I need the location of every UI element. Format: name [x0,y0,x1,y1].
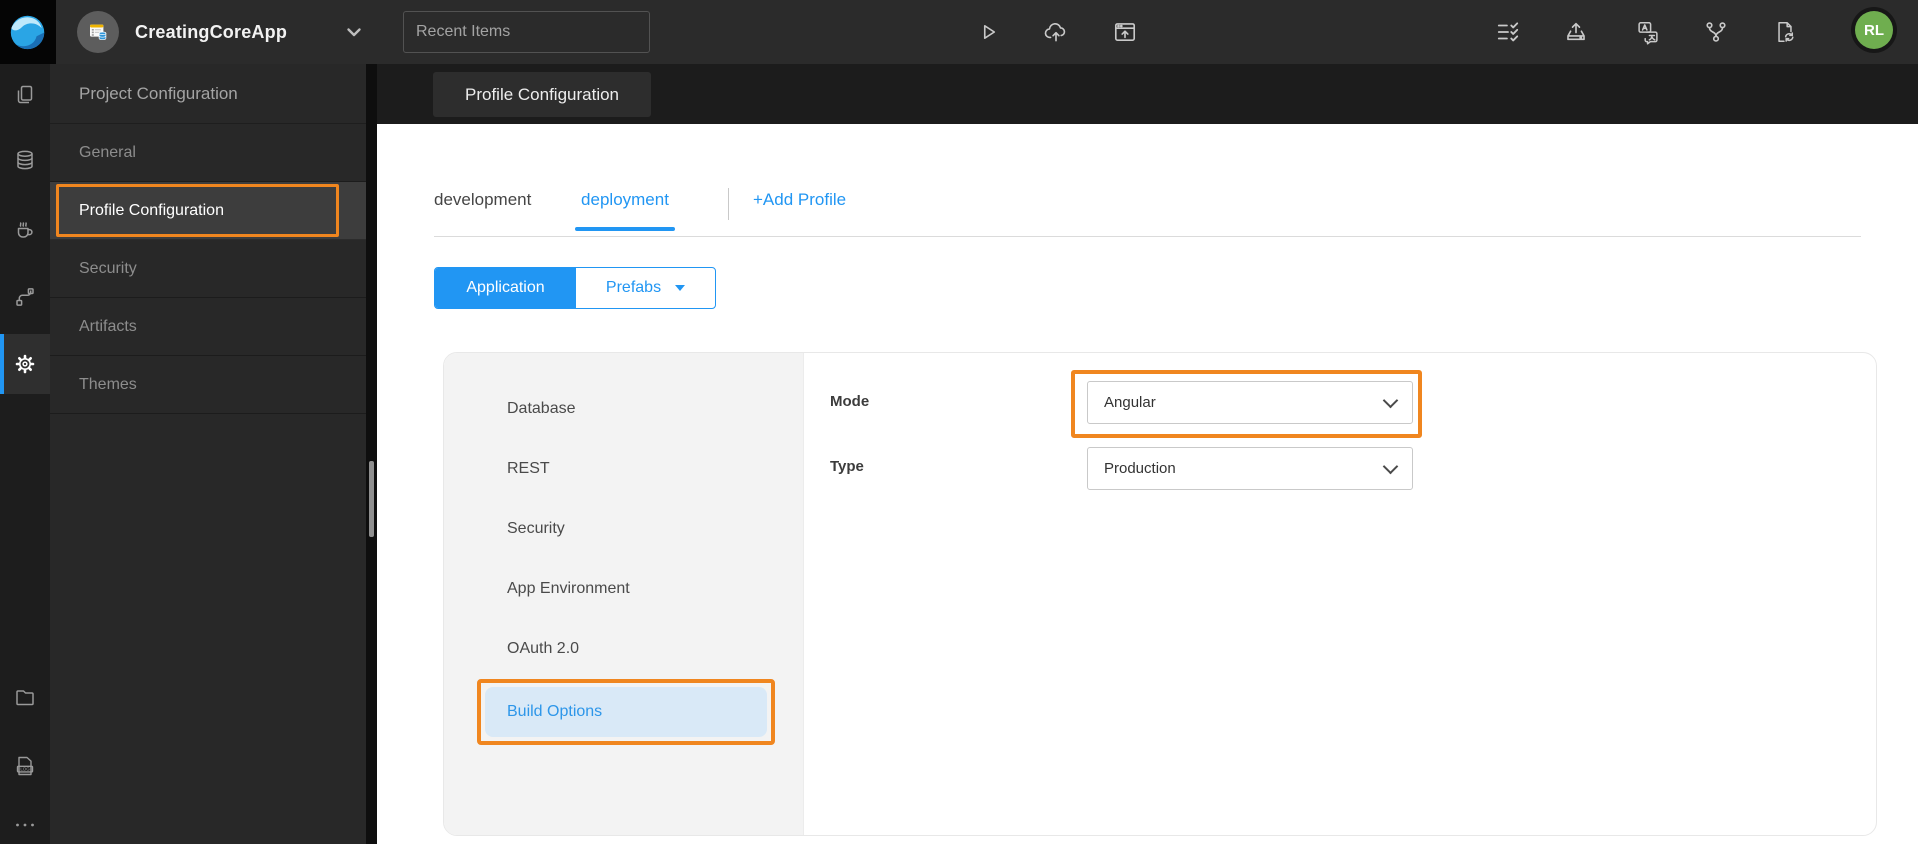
add-profile-button[interactable]: +Add Profile [753,190,846,210]
project-icon[interactable] [77,11,119,53]
annotation-highlight-box: Build Options [477,679,775,745]
chevron-down-icon [1382,392,1399,408]
sidebar-item-artifacts[interactable]: Artifacts [50,298,366,356]
wavemaker-logo[interactable] [0,0,56,64]
sidebar-item-security[interactable]: Security [50,240,366,298]
settings-gear-icon [13,352,37,376]
wavemaker-studio: CreatingCoreApp Recent Items RL LOG Proj… [0,0,1918,844]
tab-profile-configuration[interactable]: Profile Configuration [433,72,651,117]
sidebar-item-themes[interactable]: Themes [50,356,366,414]
cloud-upload-icon[interactable] [1043,19,1069,45]
rail-item-settings[interactable] [0,334,50,394]
file-explorer-icon[interactable] [13,685,37,709]
sidebar-title: Project Configuration [50,64,366,124]
build-settings-card: Database REST Security App Environment O… [443,352,1877,836]
mode-label: Mode [830,393,870,410]
nav-item-database[interactable]: Database [507,400,576,418]
sidebar-item-label: Security [79,259,137,277]
caret-down-icon [675,285,686,291]
project-chevron-down-icon[interactable] [342,20,366,44]
nav-item-security[interactable]: Security [507,520,565,538]
logs-icon[interactable]: LOG [13,754,37,778]
checklist-icon[interactable] [1495,19,1521,45]
type-select[interactable]: Production [1087,447,1413,490]
branch-icon[interactable] [1703,19,1729,45]
mode-select-value: Angular [1104,394,1156,411]
project-name: CreatingCoreApp [135,22,288,42]
sidebar-item-label: Themes [79,375,137,393]
sidebar-item-label: Artifacts [79,317,137,335]
nav-item-build-options[interactable]: Build Options [485,687,767,737]
publish-icon[interactable] [1112,19,1138,45]
sidebar-item-general[interactable]: General [50,124,366,182]
active-indicator [0,334,4,394]
active-tab-underline [575,227,675,231]
main-panel: Profile Configuration development deploy… [377,64,1918,844]
more-options-icon[interactable] [13,813,37,837]
wavemaker-wave-icon [7,11,49,53]
tab-divider [728,188,729,220]
prefabs-label: Prefabs [605,279,662,296]
application-toggle-button[interactable]: Application [435,268,576,308]
type-select-value: Production [1104,460,1176,477]
tabs-rule [434,236,1861,237]
java-services-icon[interactable] [13,217,37,241]
translate-icon[interactable] [1635,19,1661,45]
export-icon[interactable] [1563,19,1589,45]
database-icon[interactable] [13,148,37,172]
nav-item-oauth[interactable]: OAuth 2.0 [507,640,579,658]
sidebar-item-profile-configuration[interactable]: Profile Configuration [50,182,366,240]
pages-icon[interactable] [13,83,37,107]
recent-items-input[interactable] [403,11,650,53]
mode-select[interactable]: Angular [1087,381,1413,424]
profile-configuration-content: development deployment +Add Profile Appl… [377,124,1918,844]
nav-item-app-environment[interactable]: App Environment [507,580,630,598]
sidebar-item-label: General [79,143,136,161]
left-icon-rail: LOG [0,64,50,844]
body: LOG Project Configuration General Profil… [0,64,1918,844]
type-label: Type [830,458,864,475]
scrollbar-thumb[interactable] [369,461,374,537]
annotation-highlight-box: Angular [1071,370,1422,438]
tab-deployment[interactable]: deployment [575,190,675,210]
topbar: CreatingCoreApp Recent Items RL [0,0,1918,64]
main-tabstrip: Profile Configuration [377,64,1918,124]
project-app-icon [86,20,110,44]
nav-item-rest[interactable]: REST [507,460,550,478]
svg-text:LOG: LOG [20,767,30,772]
chevron-down-icon [1382,458,1399,474]
apis-icon[interactable] [13,285,37,309]
sidebar-item-label: Profile Configuration [79,201,224,219]
user-avatar[interactable]: RL [1851,7,1897,53]
run-icon[interactable] [975,19,1001,45]
scope-toggle: Application Prefabs [434,267,716,309]
avatar-initials: RL [1855,11,1893,49]
prefabs-toggle-button[interactable]: Prefabs [576,268,715,308]
project-configuration-sidebar: Project Configuration General Profile Co… [50,64,366,844]
tab-development[interactable]: development [434,190,531,210]
scrollbar-track [366,64,377,844]
file-refresh-icon[interactable] [1772,19,1798,45]
